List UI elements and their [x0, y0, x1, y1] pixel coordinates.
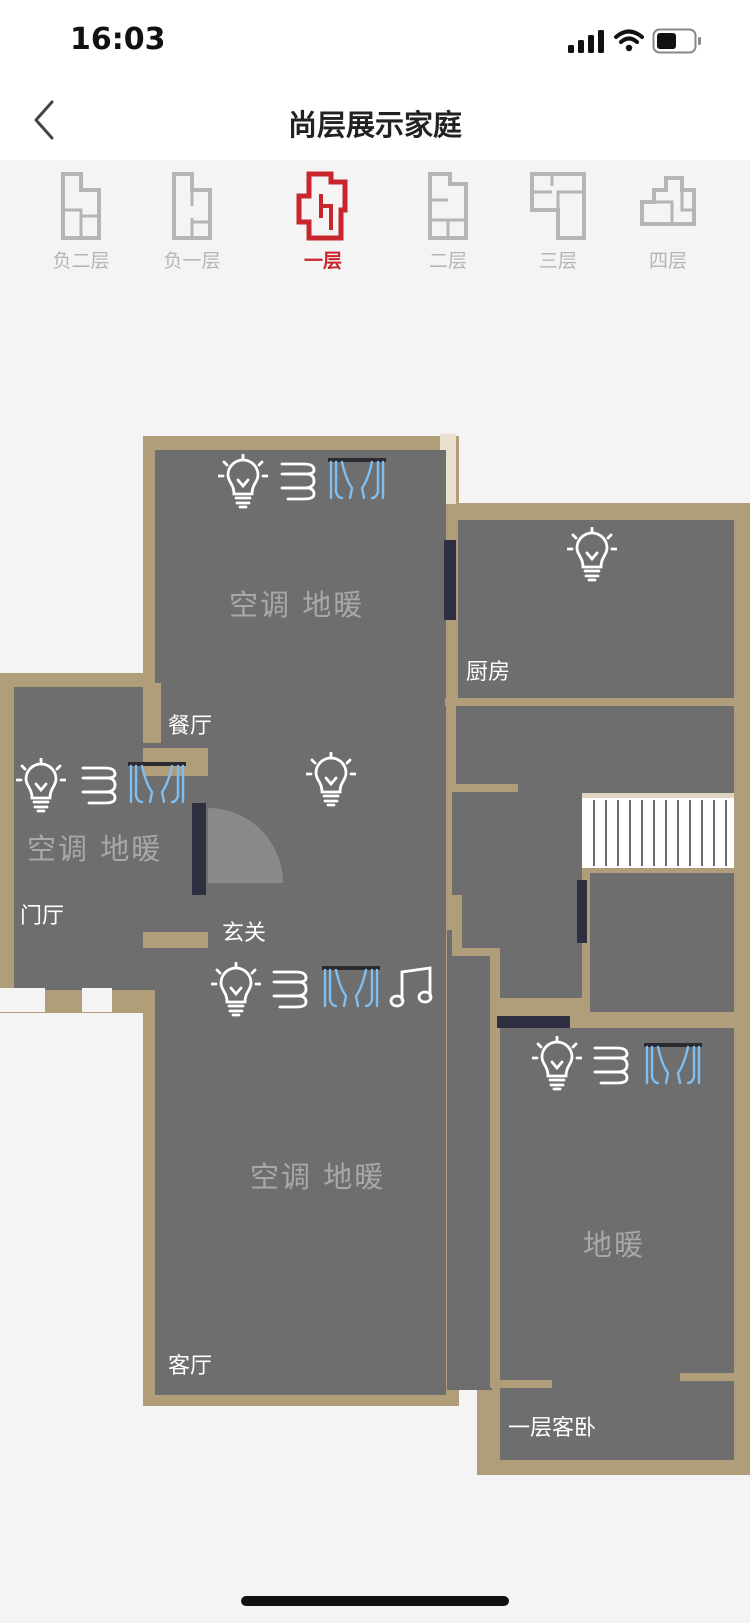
- living-devices-label: 空调 地暖: [250, 1160, 386, 1194]
- curtain-icon[interactable]: [644, 1043, 702, 1087]
- light-bulb-icon[interactable]: [218, 454, 268, 510]
- inner-wall: [143, 683, 161, 743]
- kitchen-wall: [445, 698, 745, 706]
- door-mark: [497, 1016, 570, 1028]
- home-indicator[interactable]: [241, 1596, 509, 1606]
- music-note-icon[interactable]: [388, 966, 434, 1010]
- curtain-icon[interactable]: [128, 762, 186, 806]
- inner-wall: [452, 895, 462, 955]
- heating-icon[interactable]: [591, 1044, 631, 1086]
- room-label-bedroom: 一层客卧: [508, 1416, 597, 1441]
- door-mark: [577, 880, 587, 943]
- floor-plan: [0, 434, 750, 1475]
- corridor-floor: [452, 705, 734, 793]
- light-bulb-icon[interactable]: [211, 962, 261, 1018]
- staircase: [582, 793, 734, 868]
- inner-wall: [446, 700, 456, 790]
- stair-side-floor: [590, 873, 734, 1015]
- inner-wall: [500, 1380, 552, 1388]
- staircase-edge: [582, 793, 734, 798]
- light-bulb-icon[interactable]: [306, 752, 356, 808]
- room-label-entrance: 玄关: [222, 921, 267, 946]
- inner-wall: [143, 932, 208, 948]
- inner-wall: [680, 1373, 734, 1381]
- heating-icon[interactable]: [278, 460, 318, 502]
- curtain-icon[interactable]: [328, 458, 386, 502]
- heating-icon[interactable]: [270, 968, 310, 1010]
- room-label-kitchen: 厨房: [466, 660, 511, 685]
- light-bulb-icon[interactable]: [567, 527, 617, 583]
- inner-wall: [582, 1012, 734, 1020]
- light-bulb-icon[interactable]: [16, 758, 66, 814]
- dining-devices-label: 空调 地暖: [229, 588, 365, 622]
- curtain-icon[interactable]: [322, 966, 380, 1010]
- inner-wall: [452, 784, 518, 792]
- living-ext-floor: [447, 930, 492, 1390]
- room-label-dining: 餐厅: [168, 714, 213, 739]
- heating-icon[interactable]: [79, 764, 119, 806]
- foyer-cutout: [82, 988, 112, 1012]
- door-mark: [192, 803, 206, 895]
- bedroom-devices-label: 地暖: [583, 1228, 646, 1262]
- window-mark: [444, 540, 456, 620]
- room-label-living: 客厅: [168, 1354, 213, 1379]
- light-bulb-icon[interactable]: [532, 1036, 582, 1092]
- room-label-foyer: 门厅: [20, 904, 65, 929]
- inner-wall: [490, 948, 500, 1388]
- foyer-devices-label: 空调 地暖: [27, 832, 163, 866]
- foyer-cutout: [0, 988, 45, 1012]
